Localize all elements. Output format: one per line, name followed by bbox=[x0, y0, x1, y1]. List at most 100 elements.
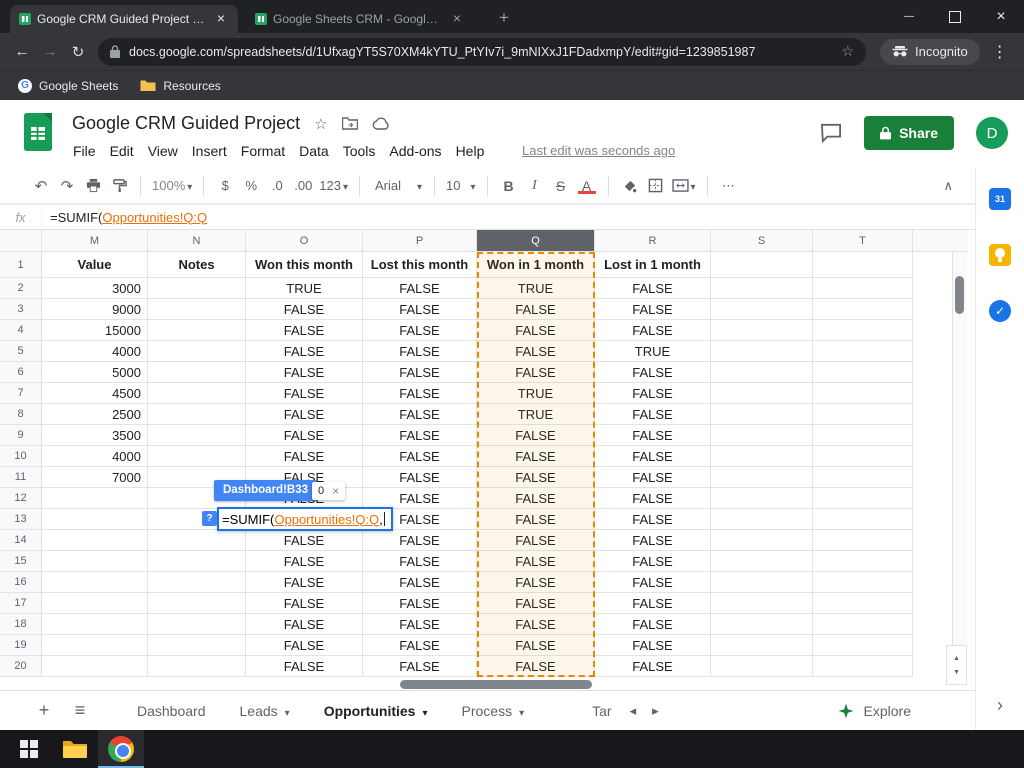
cell[interactable]: FALSE bbox=[477, 488, 595, 509]
menu-view[interactable]: View bbox=[141, 141, 185, 161]
cell[interactable] bbox=[42, 551, 148, 572]
cell[interactable]: TRUE bbox=[477, 278, 595, 299]
cell[interactable]: FALSE bbox=[246, 614, 363, 635]
cell[interactable]: FALSE bbox=[363, 320, 477, 341]
print-button[interactable] bbox=[80, 178, 106, 193]
row-header-2[interactable]: 2 bbox=[0, 278, 42, 299]
cell[interactable] bbox=[148, 341, 246, 362]
cell[interactable] bbox=[813, 656, 913, 677]
document-title[interactable]: Google CRM Guided Project bbox=[72, 113, 300, 134]
cell-editor[interactable]: =SUMIF(Opportunities!Q:Q, bbox=[217, 507, 393, 531]
cell[interactable] bbox=[42, 530, 148, 551]
window-close-button[interactable] bbox=[978, 0, 1024, 33]
sheet-tab-opportunities[interactable]: Opportunities bbox=[307, 691, 445, 730]
cell[interactable]: FALSE bbox=[477, 467, 595, 488]
merge-cells-button[interactable] bbox=[669, 177, 699, 194]
column-header-T[interactable]: T bbox=[813, 230, 913, 252]
explore-button[interactable]: Explore bbox=[837, 691, 911, 731]
row-header-16[interactable]: 16 bbox=[0, 572, 42, 593]
browser-tab-sheets-crm[interactable]: Google Sheets CRM - Google Sh bbox=[246, 5, 474, 33]
cell[interactable] bbox=[813, 593, 913, 614]
cell[interactable]: FALSE bbox=[595, 383, 711, 404]
cell[interactable]: TRUE bbox=[246, 278, 363, 299]
scroll-down-icon[interactable] bbox=[953, 669, 960, 676]
window-minimize-button[interactable] bbox=[886, 0, 932, 33]
cell[interactable]: FALSE bbox=[363, 551, 477, 572]
row-header-17[interactable]: 17 bbox=[0, 593, 42, 614]
vertical-scrollbar-track[interactable] bbox=[952, 252, 967, 677]
cell[interactable]: Notes bbox=[148, 252, 246, 278]
sheet-tab-process[interactable]: Process bbox=[445, 691, 542, 730]
paint-format-button[interactable] bbox=[106, 178, 132, 193]
sheet-tab-leads[interactable]: Leads bbox=[223, 691, 307, 730]
redo-button[interactable] bbox=[54, 177, 80, 195]
hide-menus-button[interactable] bbox=[943, 178, 953, 194]
cell[interactable] bbox=[711, 635, 813, 656]
cell[interactable] bbox=[813, 278, 913, 299]
reload-button[interactable] bbox=[64, 43, 92, 61]
cell[interactable]: FALSE bbox=[477, 425, 595, 446]
cell[interactable]: FALSE bbox=[246, 425, 363, 446]
cell[interactable] bbox=[711, 252, 813, 278]
cell[interactable]: 3000 bbox=[42, 278, 148, 299]
cell[interactable]: Won in 1 month bbox=[477, 252, 595, 278]
keep-icon[interactable] bbox=[989, 244, 1011, 266]
cell[interactable]: 4000 bbox=[42, 446, 148, 467]
cell[interactable] bbox=[813, 509, 913, 530]
row-header-19[interactable]: 19 bbox=[0, 635, 42, 656]
cell[interactable]: FALSE bbox=[595, 614, 711, 635]
cell[interactable]: FALSE bbox=[595, 467, 711, 488]
sheet-tab-menu-icon[interactable] bbox=[422, 703, 427, 719]
cell[interactable]: FALSE bbox=[363, 635, 477, 656]
cell[interactable]: FALSE bbox=[595, 446, 711, 467]
cell[interactable]: FALSE bbox=[595, 425, 711, 446]
cell[interactable] bbox=[42, 614, 148, 635]
cell[interactable]: FALSE bbox=[595, 593, 711, 614]
comment-icon[interactable] bbox=[820, 123, 842, 143]
cell[interactable] bbox=[711, 614, 813, 635]
cell[interactable] bbox=[711, 593, 813, 614]
scroll-up-icon[interactable] bbox=[953, 655, 960, 662]
sheet-tab-tar[interactable]: Tar bbox=[575, 691, 611, 730]
cell[interactable] bbox=[711, 278, 813, 299]
cell[interactable] bbox=[711, 509, 813, 530]
menu-add-ons[interactable]: Add-ons bbox=[382, 141, 448, 161]
cell[interactable]: FALSE bbox=[595, 278, 711, 299]
share-button[interactable]: Share bbox=[864, 116, 954, 150]
row-header-14[interactable]: 14 bbox=[0, 530, 42, 551]
font-select[interactable]: Arial bbox=[368, 177, 426, 194]
cell[interactable] bbox=[813, 614, 913, 635]
row-header-20[interactable]: 20 bbox=[0, 656, 42, 677]
add-sheet-button[interactable] bbox=[26, 700, 62, 721]
cell[interactable] bbox=[813, 635, 913, 656]
cell[interactable]: FALSE bbox=[595, 572, 711, 593]
row-header-3[interactable]: 3 bbox=[0, 299, 42, 320]
cell[interactable]: FALSE bbox=[477, 614, 595, 635]
cell[interactable] bbox=[711, 383, 813, 404]
sheets-logo[interactable] bbox=[24, 113, 52, 151]
row-header-18[interactable]: 18 bbox=[0, 614, 42, 635]
cell[interactable]: TRUE bbox=[477, 383, 595, 404]
cell[interactable] bbox=[711, 488, 813, 509]
cell[interactable]: FALSE bbox=[477, 509, 595, 530]
cell[interactable] bbox=[42, 488, 148, 509]
cell[interactable]: FALSE bbox=[246, 551, 363, 572]
more-toolbar-button[interactable]: ⋯ bbox=[716, 178, 742, 194]
row-header-7[interactable]: 7 bbox=[0, 383, 42, 404]
row-header-11[interactable]: 11 bbox=[0, 467, 42, 488]
cell[interactable] bbox=[148, 299, 246, 320]
cell[interactable]: FALSE bbox=[477, 656, 595, 677]
cell[interactable] bbox=[42, 572, 148, 593]
cell[interactable] bbox=[711, 341, 813, 362]
cell[interactable]: FALSE bbox=[595, 635, 711, 656]
cell[interactable]: FALSE bbox=[246, 404, 363, 425]
row-header-6[interactable]: 6 bbox=[0, 362, 42, 383]
cell[interactable]: FALSE bbox=[246, 341, 363, 362]
cell[interactable] bbox=[813, 320, 913, 341]
fill-color-button[interactable] bbox=[617, 178, 643, 193]
cell[interactable]: FALSE bbox=[246, 362, 363, 383]
cell[interactable]: FALSE bbox=[595, 299, 711, 320]
formula-input[interactable]: =SUMIF(Opportunities!Q:Q bbox=[50, 210, 207, 225]
cell[interactable]: FALSE bbox=[595, 488, 711, 509]
cell[interactable] bbox=[711, 362, 813, 383]
